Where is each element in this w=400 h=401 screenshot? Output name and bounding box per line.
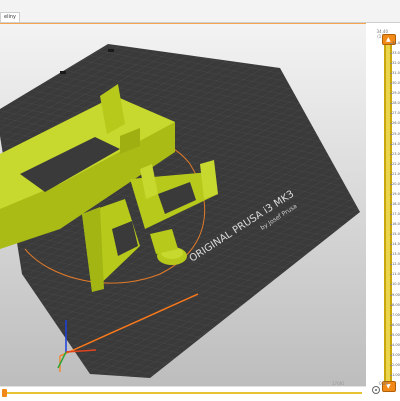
layer-tick-label: 27.00 — [390, 111, 400, 116]
layer-tick-label: 26.00 — [390, 121, 400, 126]
layer-tick-label: 15.00 — [390, 232, 400, 237]
layer-tick-label: 30.00 — [390, 81, 400, 86]
layer-tick-label: 6.00 — [390, 322, 400, 327]
scene: ORIGINAL PRUSA i3 MK3 by Josef Prusa — [0, 24, 366, 387]
layer-tick-label: 13.00 — [390, 252, 400, 257]
move-slider-value: 17081 — [332, 381, 345, 386]
layer-tick-label: 11.00 — [390, 272, 400, 277]
tab-preview[interactable]: eliny — [0, 12, 20, 22]
layer-tick-label: 16.00 — [390, 222, 400, 227]
layer-tick-label: 12.00 — [390, 262, 400, 267]
layer-tick-label: 9.00 — [390, 292, 400, 297]
move-slider[interactable]: 17081 — [0, 381, 366, 401]
layer-tick-label: 7.00 — [390, 312, 400, 317]
3d-preview-viewport[interactable]: ORIGINAL PRUSA i3 MK3 by Josef Prusa — [0, 23, 367, 387]
layer-tick-label: 3.00 — [390, 352, 400, 357]
layer-tick-label: 33.00 — [390, 51, 400, 56]
layer-slider-panel: 34.40 (172) ▲ ▼ 34.4033.0032.0031.0030.0… — [366, 23, 400, 400]
layer-tick-label: 1.00 — [390, 373, 400, 377]
layer-tick-label: 34.40 — [390, 41, 400, 45]
layer-tick-label: 31.00 — [390, 71, 400, 76]
layer-tick-label: 19.00 — [390, 191, 400, 196]
layer-bottom-label: 0.20 — [367, 381, 388, 386]
layer-tick-label: 4.00 — [390, 342, 400, 347]
layer-tick-label: 8.00 — [390, 302, 400, 307]
layer-tick-label: 32.00 — [390, 61, 400, 66]
bed-notch — [60, 71, 66, 74]
layer-slider-track[interactable] — [384, 39, 392, 385]
layer-tick-label: 29.00 — [390, 91, 400, 96]
layer-tick-label: 25.00 — [390, 131, 400, 136]
cog-icon[interactable] — [372, 386, 380, 394]
layer-tick-label: 20.00 — [390, 181, 400, 186]
layer-tick-label: 24.00 — [390, 141, 400, 146]
layer-tick-label: 10.00 — [390, 282, 400, 287]
move-slider-handle[interactable] — [2, 389, 7, 397]
layer-tick-label: 23.00 — [390, 151, 400, 156]
layer-tick-label: 14.00 — [390, 242, 400, 247]
bed-notch — [108, 49, 114, 52]
layer-tick-label: 17.00 — [390, 212, 400, 217]
layer-bottom-height: 0.20 — [379, 381, 388, 386]
tab-bar: eliny — [0, 0, 400, 23]
layer-tick-label: 2.00 — [390, 362, 400, 367]
layer-tick-label: 28.00 — [390, 101, 400, 106]
layer-tick-label: 5.00 — [390, 332, 400, 337]
layer-tick-label: 18.00 — [390, 201, 400, 206]
layer-tick-label: 22.00 — [390, 161, 400, 166]
layer-tick-label: 21.00 — [390, 171, 400, 176]
move-slider-track[interactable] — [6, 392, 362, 394]
